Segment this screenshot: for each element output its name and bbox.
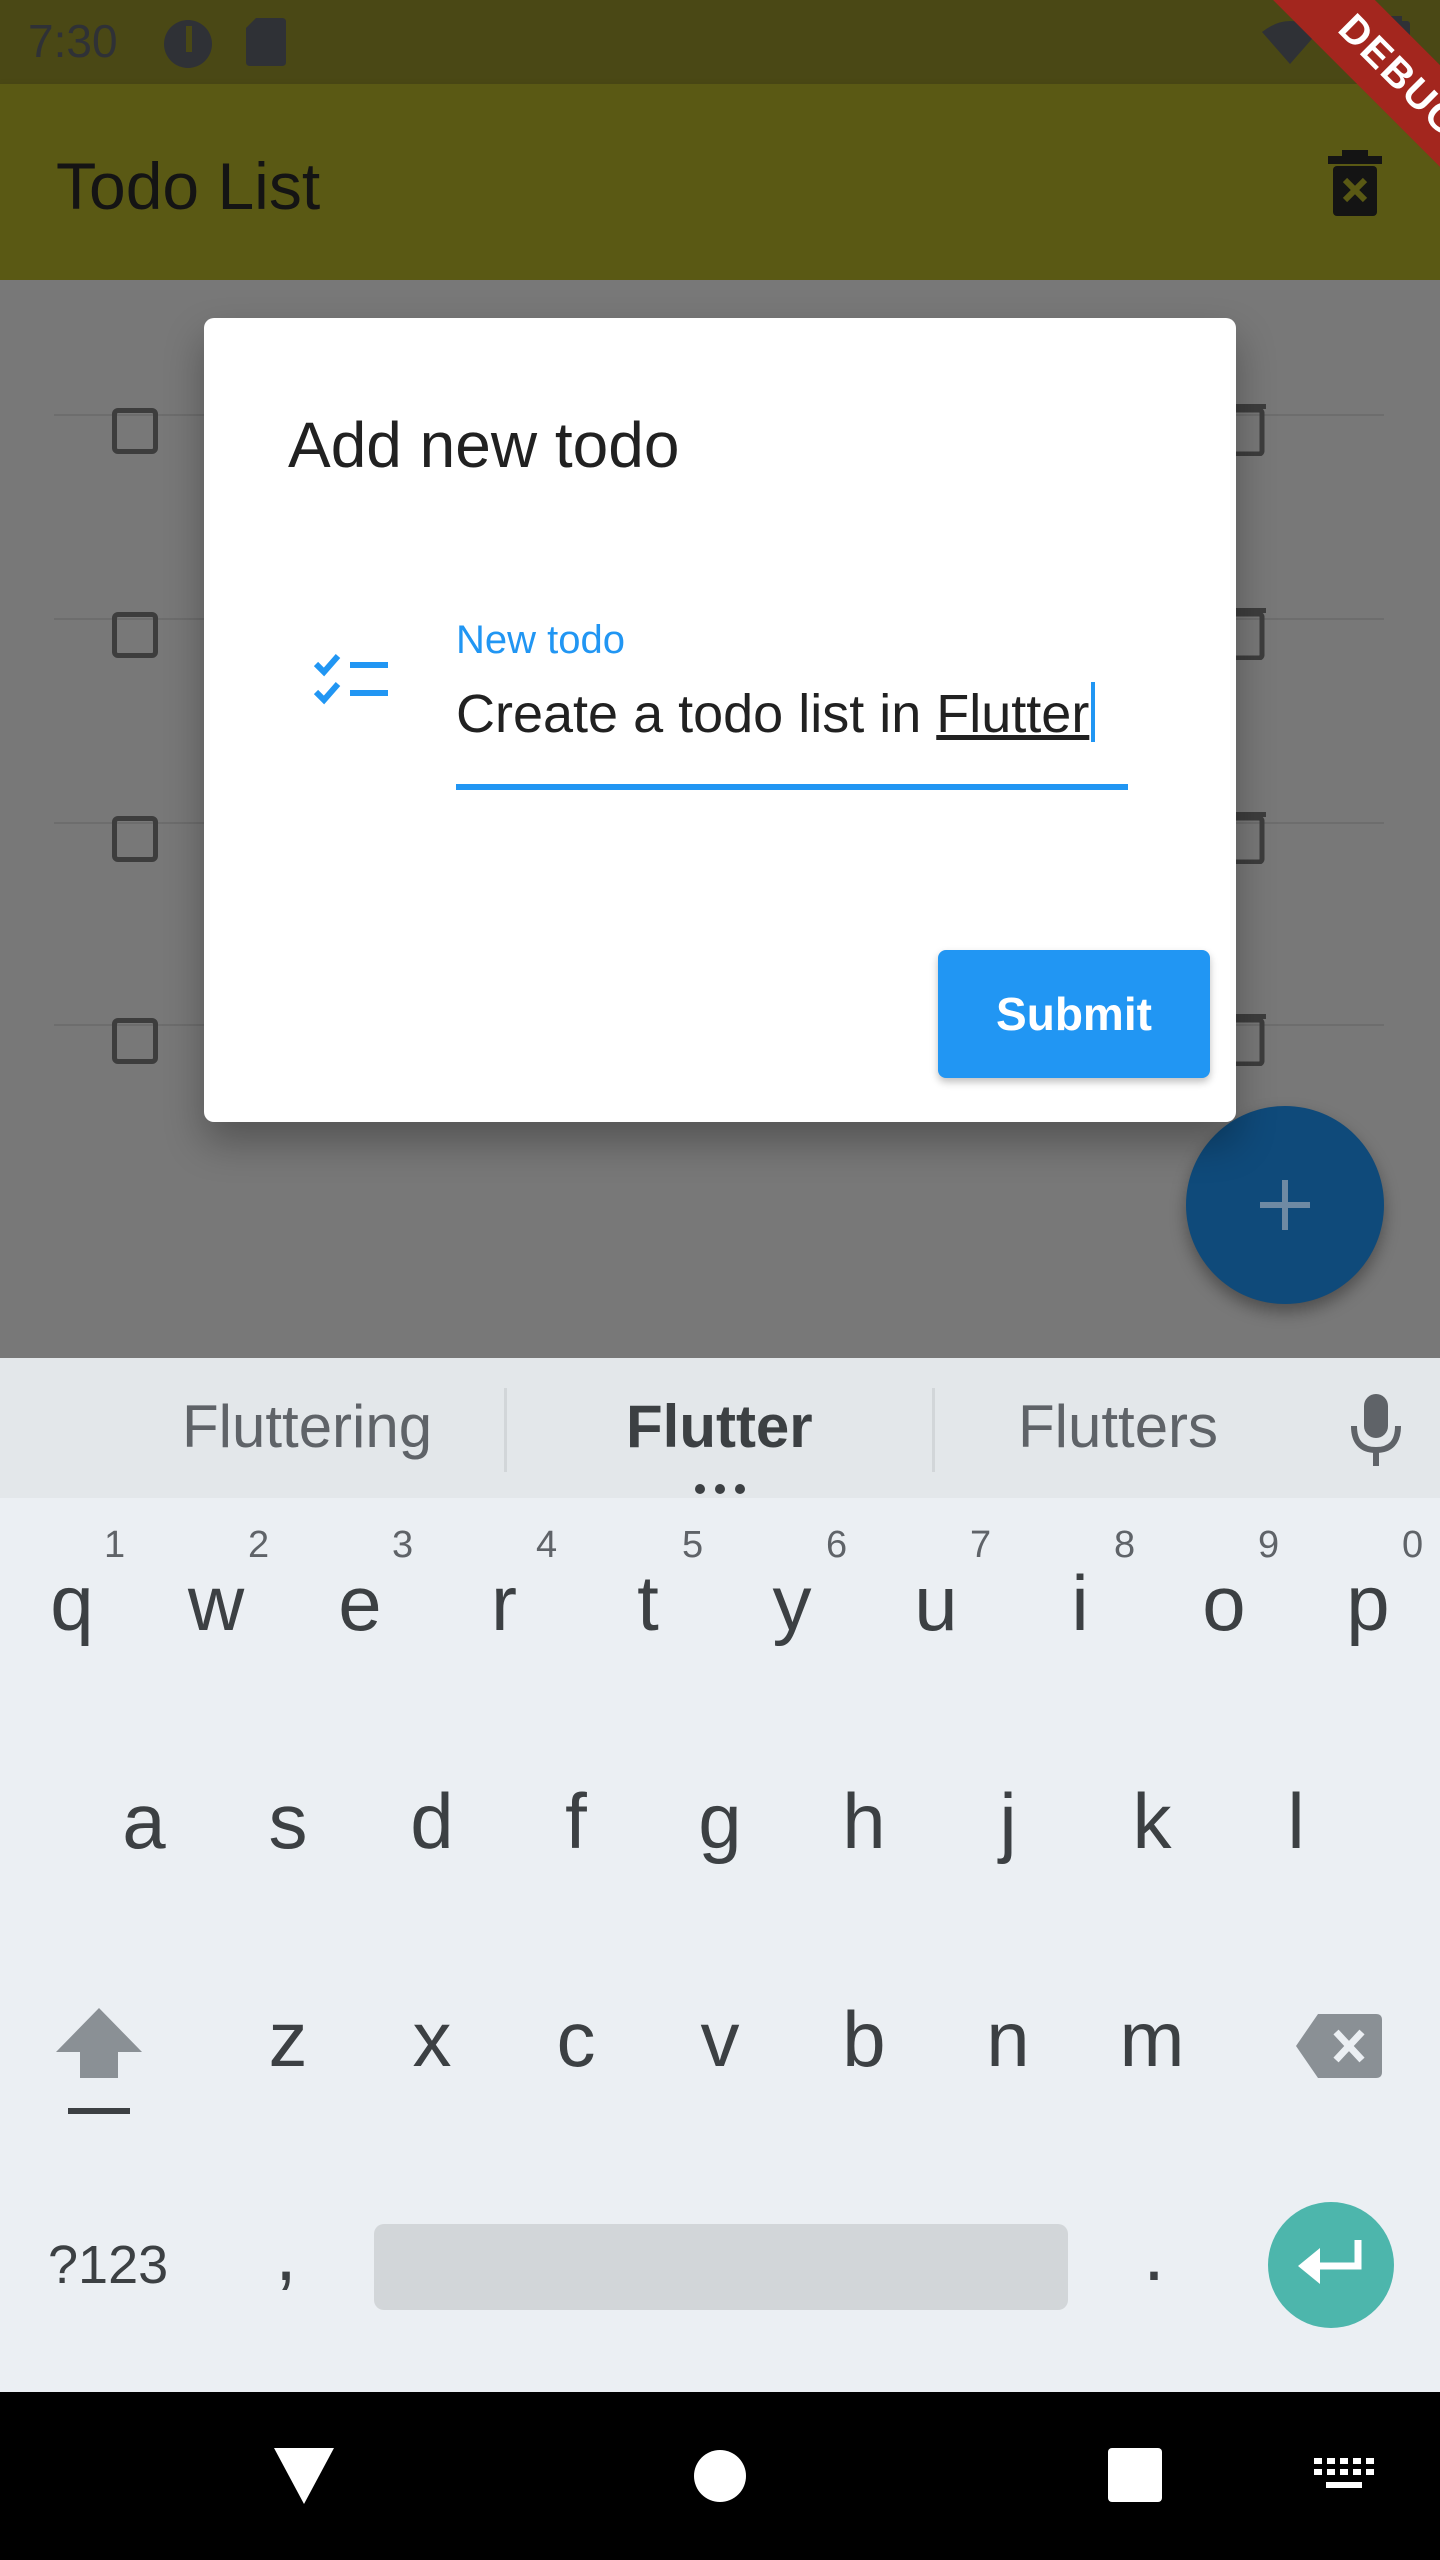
- divider: [932, 1388, 935, 1472]
- space-bar[interactable]: [374, 2224, 1068, 2310]
- key-m[interactable]: m: [1108, 1994, 1196, 2085]
- app-title: Todo List: [56, 149, 321, 223]
- key-v[interactable]: v: [686, 1994, 754, 2085]
- text-caret: [1091, 682, 1096, 742]
- add-todo-button[interactable]: [1186, 1106, 1384, 1304]
- key-hint: 4: [536, 1524, 558, 1566]
- key-hint: 5: [682, 1524, 704, 1566]
- key-hint: 3: [392, 1524, 414, 1566]
- delete-icon[interactable]: [1328, 150, 1382, 216]
- key-q[interactable]: q: [38, 1558, 106, 1649]
- checklist-icon: [314, 654, 388, 705]
- dialog-title: Add new todo: [288, 409, 680, 481]
- todo-checkbox[interactable]: [112, 1018, 158, 1064]
- key-comma[interactable]: ,: [262, 2208, 310, 2299]
- key-j[interactable]: j: [974, 1776, 1042, 1867]
- key-i[interactable]: i: [1046, 1558, 1114, 1649]
- key-hint: 2: [248, 1524, 270, 1566]
- wifi-icon: [1262, 21, 1318, 64]
- shift-icon[interactable]: [56, 2008, 142, 2116]
- mic-icon[interactable]: [1350, 1394, 1402, 1468]
- suggestion-item[interactable]: Fluttering: [182, 1392, 432, 1461]
- nav-recents-icon[interactable]: [1108, 2448, 1162, 2502]
- key-hint: 6: [826, 1524, 848, 1566]
- key-c[interactable]: c: [542, 1994, 610, 2085]
- todo-input-text: Create a todo list in: [456, 684, 937, 744]
- todo-checkbox[interactable]: [112, 612, 158, 658]
- key-a[interactable]: a: [110, 1776, 178, 1867]
- enter-key[interactable]: [1268, 2202, 1394, 2328]
- todo-input-underline: [456, 784, 1128, 790]
- key-hint: 1: [104, 1524, 126, 1566]
- key-n[interactable]: n: [974, 1994, 1042, 2085]
- key-hint: 7: [970, 1524, 992, 1566]
- key-period[interactable]: .: [1130, 2208, 1178, 2299]
- key-d[interactable]: d: [398, 1776, 466, 1867]
- key-hint: 0: [1402, 1524, 1424, 1566]
- key-p[interactable]: p: [1334, 1558, 1402, 1649]
- key-w[interactable]: w: [182, 1558, 250, 1649]
- key-h[interactable]: h: [830, 1776, 898, 1867]
- navigation-bar: [0, 2392, 1440, 2560]
- key-z[interactable]: z: [254, 1994, 322, 2085]
- add-todo-dialog: Add new todo New todo Create a todo list…: [204, 318, 1236, 1122]
- key-y[interactable]: y: [758, 1558, 826, 1649]
- key-hint: 9: [1258, 1524, 1280, 1566]
- status-bar: 7:30: [0, 0, 1440, 84]
- suggestion-bar: Fluttering Flutter Flutters: [0, 1358, 1440, 1498]
- todo-input[interactable]: Create a todo list in Flutter: [456, 682, 1096, 745]
- add-icon: [1260, 1180, 1310, 1230]
- symbols-key[interactable]: ?123: [48, 2234, 168, 2296]
- sd-card-icon: [246, 18, 286, 66]
- key-e[interactable]: e: [326, 1558, 394, 1649]
- notification-icon: [164, 20, 212, 68]
- key-u[interactable]: u: [902, 1558, 970, 1649]
- todo-checkbox[interactable]: [112, 408, 158, 454]
- key-hint: 8: [1114, 1524, 1136, 1566]
- submit-button[interactable]: Submit: [938, 950, 1210, 1078]
- divider: [504, 1388, 507, 1472]
- todo-field-label: New todo: [456, 618, 625, 662]
- nav-back-icon[interactable]: [274, 2448, 334, 2504]
- todo-input-composing-word: Flutter: [936, 684, 1090, 744]
- status-time: 7:30: [28, 15, 118, 67]
- key-k[interactable]: k: [1118, 1776, 1186, 1867]
- key-b[interactable]: b: [830, 1994, 898, 2085]
- battery-icon: [1382, 16, 1410, 66]
- key-r[interactable]: r: [470, 1558, 538, 1649]
- key-s[interactable]: s: [254, 1776, 322, 1867]
- key-g[interactable]: g: [686, 1776, 754, 1867]
- key-o[interactable]: o: [1190, 1558, 1258, 1649]
- keyboard-icon[interactable]: [1314, 2458, 1374, 2494]
- key-l[interactable]: l: [1262, 1776, 1330, 1867]
- key-x[interactable]: x: [398, 1994, 466, 2085]
- enter-icon: [1298, 2240, 1362, 2284]
- key-f[interactable]: f: [542, 1776, 610, 1867]
- more-suggestions-icon[interactable]: [694, 1484, 746, 1494]
- nav-home-icon[interactable]: [694, 2450, 746, 2502]
- suggestion-item[interactable]: Flutters: [1018, 1392, 1218, 1461]
- key-t[interactable]: t: [614, 1558, 682, 1649]
- suggestion-item-primary[interactable]: Flutter: [626, 1392, 813, 1461]
- todo-checkbox[interactable]: [112, 816, 158, 862]
- backspace-icon[interactable]: [1296, 2014, 1382, 2078]
- soft-keyboard: Fluttering Flutter Flutters q w e r t y …: [0, 1358, 1440, 2392]
